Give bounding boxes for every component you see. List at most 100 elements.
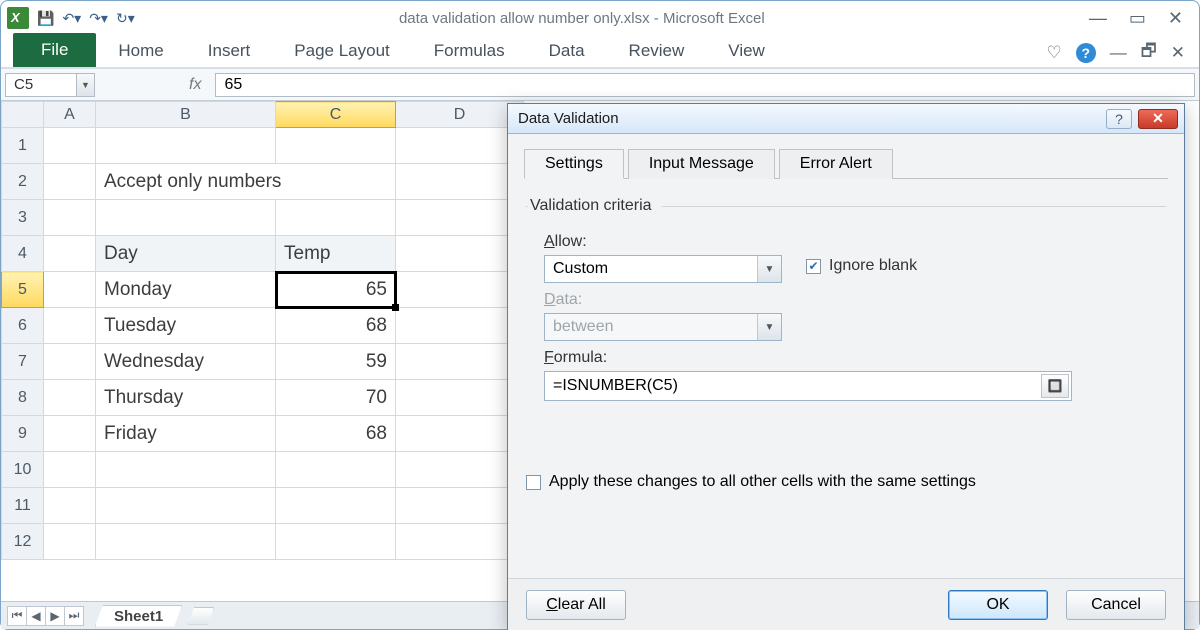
row-header-11[interactable]: 11 xyxy=(2,488,44,524)
name-box[interactable]: C5 ▼ xyxy=(5,73,95,97)
data-select: between ▼ xyxy=(544,313,782,341)
sheet-tab-sheet1[interactable]: Sheet1 xyxy=(95,605,182,627)
dialog-help-icon[interactable]: ? xyxy=(1106,109,1132,129)
dialog-tab-error-alert[interactable]: Error Alert xyxy=(779,149,893,179)
name-box-dropdown-icon[interactable]: ▼ xyxy=(76,74,94,96)
excel-window: 💾 ↶▾ ↷▾ ↻▾ data validation allow number … xyxy=(0,0,1200,630)
row-header-8[interactable]: 8 xyxy=(2,380,44,416)
row-header-5[interactable]: 5 xyxy=(2,272,44,308)
formula-input[interactable]: 65 xyxy=(215,73,1195,97)
formula-label: Formula: xyxy=(544,349,1072,367)
col-header-a[interactable]: A xyxy=(44,102,96,128)
cell-b8[interactable]: Thursday xyxy=(96,380,276,416)
excel-icon xyxy=(7,7,29,29)
tab-formulas[interactable]: Formulas xyxy=(412,35,527,67)
apply-changes-row[interactable]: ✔ Apply these changes to all other cells… xyxy=(526,473,1168,491)
redo-icon[interactable]: ↷▾ xyxy=(89,10,108,27)
app-name: Microsoft Excel xyxy=(663,10,765,27)
data-value: between xyxy=(553,318,614,336)
ignore-blank-checkbox[interactable]: ✔ Ignore blank xyxy=(806,257,917,275)
row-header-9[interactable]: 9 xyxy=(2,416,44,452)
dialog-close-icon[interactable]: ✕ xyxy=(1138,109,1178,129)
row-header-2[interactable]: 2 xyxy=(2,164,44,200)
tab-data[interactable]: Data xyxy=(527,35,607,67)
col-header-c[interactable]: C xyxy=(276,102,396,128)
allow-select[interactable]: Custom ▼ xyxy=(544,255,782,283)
dialog-tab-input-message[interactable]: Input Message xyxy=(628,149,775,179)
tab-home[interactable]: Home xyxy=(96,35,185,67)
dialog-titlebar[interactable]: Data Validation ? ✕ xyxy=(508,104,1184,134)
dialog-tabs: Settings Input Message Error Alert xyxy=(524,148,1168,179)
tab-file[interactable]: File xyxy=(13,33,96,67)
dialog-body: Settings Input Message Error Alert Valid… xyxy=(508,134,1184,501)
tab-view[interactable]: View xyxy=(706,35,787,67)
save-icon[interactable]: 💾 xyxy=(37,10,54,27)
window-title: data validation allow number only.xlsx -… xyxy=(135,10,1089,27)
maximize-icon[interactable]: ▭ xyxy=(1129,8,1146,29)
tab-review[interactable]: Review xyxy=(607,35,707,67)
window-controls: — ▭ ✕ xyxy=(1089,8,1193,29)
cell-b7[interactable]: Wednesday xyxy=(96,344,276,380)
tab-page-layout[interactable]: Page Layout xyxy=(272,35,411,67)
apply-changes-label: Apply these changes to all other cells w… xyxy=(549,473,976,491)
cell-b9[interactable]: Friday xyxy=(96,416,276,452)
row-header-10[interactable]: 10 xyxy=(2,452,44,488)
grid: A B C D 1 2 Accept only numbers 3 4 Day … xyxy=(1,101,524,560)
formula-field[interactable] xyxy=(545,376,1041,396)
fx-icon[interactable]: fx xyxy=(99,76,211,94)
ok-button[interactable]: OK xyxy=(948,590,1048,620)
chevron-down-icon: ▼ xyxy=(757,314,781,340)
prev-sheet-icon[interactable]: ◀ xyxy=(26,606,46,626)
data-label: Data: xyxy=(544,291,782,309)
col-header-d[interactable]: D xyxy=(396,102,524,128)
titlebar: 💾 ↶▾ ↷▾ ↻▾ data validation allow number … xyxy=(1,1,1199,35)
workbook-restore-icon[interactable]: 🗗 xyxy=(1141,38,1157,67)
ribbon-tabs: File Home Insert Page Layout Formulas Da… xyxy=(1,35,1199,69)
dialog-tab-settings[interactable]: Settings xyxy=(524,149,624,179)
last-sheet-icon[interactable]: ⏭ xyxy=(64,606,84,626)
redo2-icon[interactable]: ↻▾ xyxy=(116,10,135,27)
first-sheet-icon[interactable]: ⏮ xyxy=(7,606,27,626)
next-sheet-icon[interactable]: ▶ xyxy=(45,606,65,626)
tab-insert[interactable]: Insert xyxy=(186,35,273,67)
quick-access-toolbar: 💾 ↶▾ ↷▾ ↻▾ xyxy=(37,10,135,27)
chevron-down-icon: ▼ xyxy=(757,256,781,282)
validation-criteria-group: Validation criteria Allow: Custom ▼ ✔ Ig… xyxy=(526,197,1166,401)
ignore-blank-label: Ignore blank xyxy=(829,257,917,275)
minimize-icon[interactable]: — xyxy=(1089,8,1107,29)
row-header-7[interactable]: 7 xyxy=(2,344,44,380)
row-header-3[interactable]: 3 xyxy=(2,200,44,236)
range-picker-icon[interactable]: 🔲 xyxy=(1041,374,1069,398)
close-icon[interactable]: ✕ xyxy=(1168,8,1183,29)
document-name: data validation allow number only.xlsx xyxy=(399,10,650,27)
dialog-buttons: Clear All OK Cancel xyxy=(508,578,1184,630)
new-sheet-icon[interactable] xyxy=(188,607,214,625)
cell-c6[interactable]: 68 xyxy=(276,308,396,344)
row-header-6[interactable]: 6 xyxy=(2,308,44,344)
cell-c5[interactable]: 65 xyxy=(276,272,396,308)
cell-c7[interactable]: 59 xyxy=(276,344,396,380)
clear-all-button[interactable]: Clear All xyxy=(526,590,626,620)
validation-criteria-legend: Validation criteria xyxy=(528,197,662,215)
cell-b5[interactable]: Monday xyxy=(96,272,276,308)
row-header-12[interactable]: 12 xyxy=(2,524,44,560)
select-all-corner[interactable] xyxy=(2,102,44,128)
checkbox-icon: ✔ xyxy=(526,475,541,490)
dialog-title: Data Validation xyxy=(518,110,619,127)
col-header-b[interactable]: B xyxy=(96,102,276,128)
workbook-close-icon[interactable]: ✕ xyxy=(1171,43,1185,63)
checkbox-icon: ✔ xyxy=(806,259,821,274)
formula-input-box[interactable]: 🔲 xyxy=(544,371,1072,401)
row-header-1[interactable]: 1 xyxy=(2,128,44,164)
workbook-minimize-icon[interactable]: — xyxy=(1110,43,1127,63)
cell-c9[interactable]: 68 xyxy=(276,416,396,452)
help-icon[interactable]: ? xyxy=(1076,43,1096,63)
header-temp: Temp xyxy=(276,236,396,272)
cell-c8[interactable]: 70 xyxy=(276,380,396,416)
ribbon-minimize-icon[interactable]: ♡ xyxy=(1047,43,1062,63)
undo-icon[interactable]: ↶▾ xyxy=(62,10,81,27)
cancel-button[interactable]: Cancel xyxy=(1066,590,1166,620)
cell-b6[interactable]: Tuesday xyxy=(96,308,276,344)
name-box-value: C5 xyxy=(14,76,33,93)
row-header-4[interactable]: 4 xyxy=(2,236,44,272)
